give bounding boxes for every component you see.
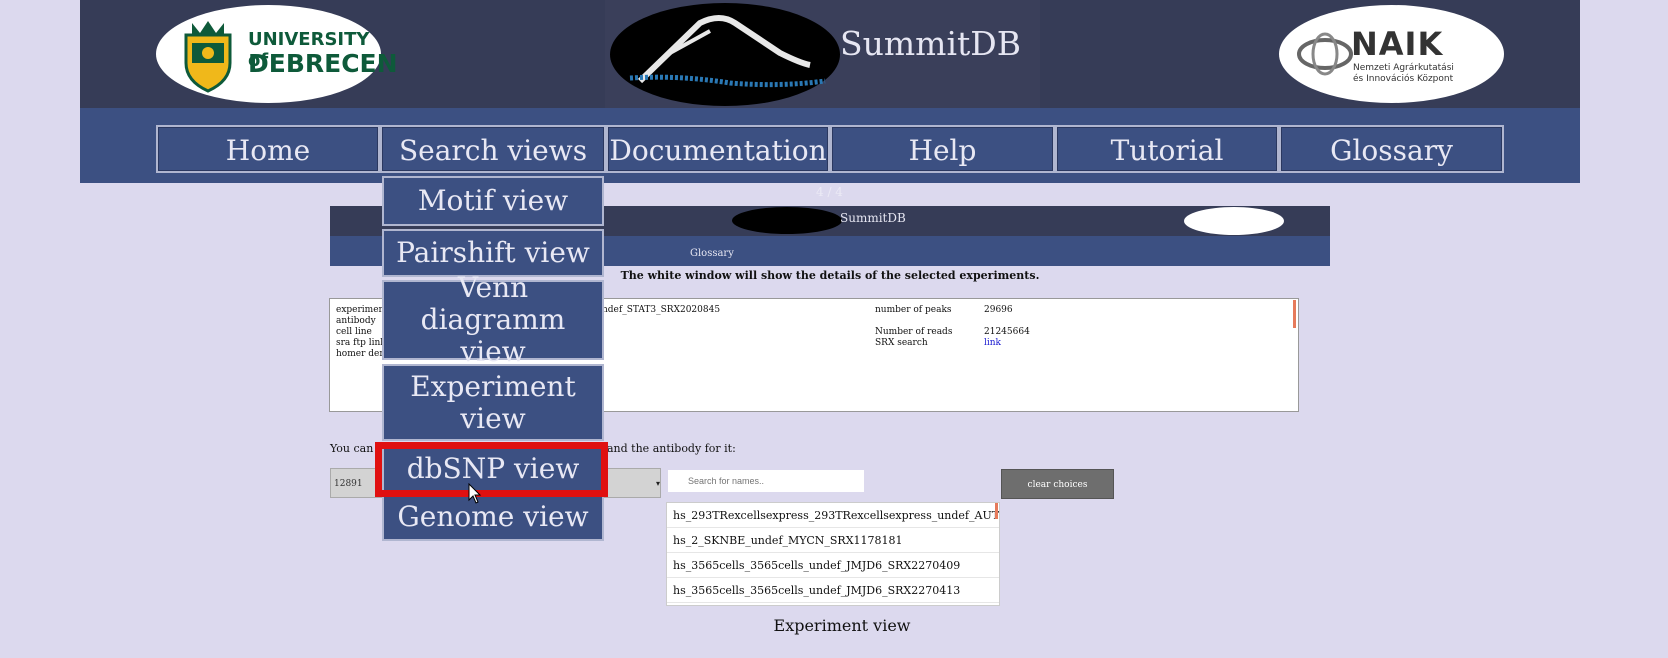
- antibody-text-end: and the antibody for it:: [607, 442, 736, 455]
- naik-logo[interactable]: NAIK Nemzeti Agrárkutatási és Innovációs…: [1279, 5, 1504, 103]
- dropdown-genome-view[interactable]: Genome view: [382, 494, 604, 541]
- experiment-name-value: ndef_STAT3_SRX2020845: [602, 305, 721, 315]
- dropdown-pairshift-view[interactable]: Pairshift view: [382, 229, 604, 277]
- naik-swirl-icon: [1297, 32, 1353, 76]
- nav-documentation[interactable]: Documentation: [606, 125, 830, 173]
- embedded-glossary: Glossary: [690, 248, 734, 259]
- detail-label: cell line: [336, 327, 372, 337]
- nav-search-views[interactable]: Search views: [380, 125, 606, 173]
- details-scrollbar[interactable]: [1293, 300, 1296, 328]
- nav-help[interactable]: Help: [830, 125, 1055, 173]
- reads-label: Number of reads: [875, 327, 953, 337]
- dropdown-motif-view[interactable]: Motif view: [382, 176, 604, 226]
- embedded-title: SummitDB: [840, 211, 906, 225]
- chevron-down-icon[interactable]: ▾: [656, 479, 660, 488]
- embedded-naik-logo: [1184, 207, 1284, 235]
- reads-value: 21245664: [984, 327, 1030, 337]
- naik-sub1: Nemzeti Agrárkutatási: [1353, 63, 1454, 73]
- university-of-debrecen-logo[interactable]: UNIVERSITY of DEBRECEN: [156, 5, 398, 103]
- crest-icon: [184, 21, 232, 93]
- results-scrollbar[interactable]: [995, 503, 998, 519]
- page-indicator: 4 / 4: [816, 185, 843, 199]
- clear-choices-button[interactable]: clear choices: [1001, 469, 1114, 499]
- list-item[interactable]: hs_293TRexcellsexpress_293TRexcellsexpre…: [667, 503, 999, 528]
- view-caption: Experiment view: [773, 616, 911, 635]
- detail-label: antibody: [336, 316, 376, 326]
- embedded-mountain-icon: [732, 207, 842, 234]
- mountain-logo-icon[interactable]: [610, 3, 840, 106]
- peaks-label: number of peaks: [875, 305, 952, 315]
- name-search-input[interactable]: [668, 470, 864, 492]
- dropdown-experiment-view[interactable]: Experiment view: [382, 364, 604, 441]
- logo-line2: DEBRECEN: [248, 49, 398, 78]
- dropdown-venn-diagramm-view[interactable]: Venn diagramm view: [382, 272, 604, 368]
- nav-glossary[interactable]: Glossary: [1279, 125, 1504, 173]
- mouse-pointer-icon: [468, 483, 482, 504]
- highlight-box: [375, 442, 608, 497]
- site-title: SummitDB: [840, 24, 1021, 63]
- detail-label: sra ftp link: [336, 338, 386, 348]
- list-item[interactable]: hs_3565cells_3565cells_undef_JMJD6_SRX22…: [667, 578, 999, 603]
- nav-home[interactable]: Home: [156, 125, 380, 173]
- list-item[interactable]: hs_3565cells_3565cells_undef_JMJD6_SRX22…: [667, 553, 999, 578]
- experiment-results-list: hs_293TRexcellsexpress_293TRexcellsexpre…: [666, 502, 1000, 606]
- nav-tutorial[interactable]: Tutorial: [1055, 125, 1279, 173]
- list-item[interactable]: hs_2_SKNBE_undef_MYCN_SRX1178181: [667, 528, 999, 553]
- srx-label: SRX search: [875, 338, 928, 348]
- naik-name: NAIK: [1351, 25, 1444, 63]
- naik-sub2: és Innovációs Központ: [1353, 74, 1454, 84]
- peaks-value: 29696: [984, 305, 1013, 315]
- srx-link[interactable]: link: [984, 338, 1001, 348]
